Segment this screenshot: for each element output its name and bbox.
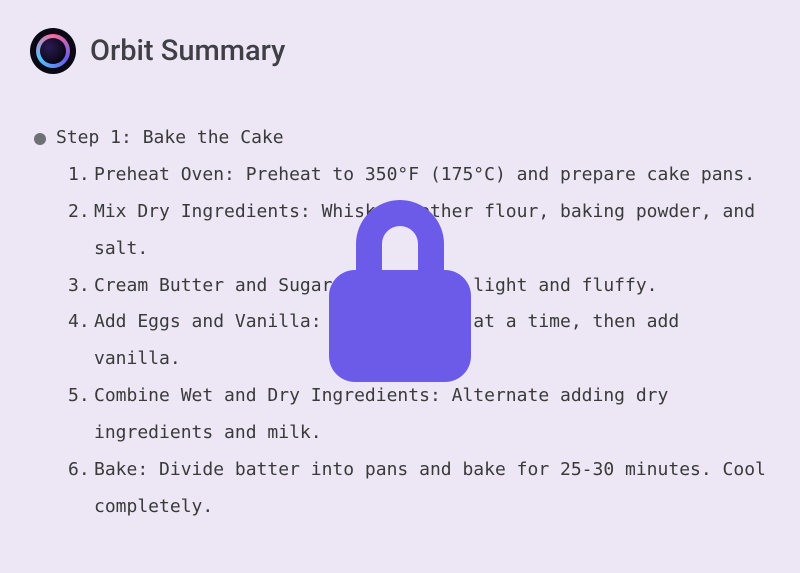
bullet-icon <box>34 133 46 145</box>
list-item: 1. Preheat Oven: Preheat to 350°F (175°C… <box>68 157 770 194</box>
header: Orbit Summary <box>30 28 770 74</box>
list-item-text: Combine Wet and Dry Ingredients: Alterna… <box>94 378 770 452</box>
list-item-number: 5. <box>68 378 94 415</box>
step-heading-row: Step 1: Bake the Cake <box>34 120 770 157</box>
list-item: 6. Bake: Divide batter into pans and bak… <box>68 452 770 526</box>
list-item: 2. Mix Dry Ingredients: Whisk together f… <box>68 194 770 268</box>
list-item: 4. Add Eggs and Vanilla: Add eggs one at… <box>68 304 770 378</box>
list-item-number: 6. <box>68 452 94 489</box>
list-item: 3. Cream Butter and Sugar: Beat until li… <box>68 268 770 305</box>
step-title: Step 1: Bake the Cake <box>56 120 284 157</box>
list-item-number: 1. <box>68 157 94 194</box>
list-item-text: Bake: Divide batter into pans and bake f… <box>94 452 770 526</box>
orbit-logo-icon <box>30 28 76 74</box>
list-item: 5. Combine Wet and Dry Ingredients: Alte… <box>68 378 770 452</box>
list-item-text: Mix Dry Ingredients: Whisk together flou… <box>94 194 770 268</box>
list-item-number: 4. <box>68 304 94 341</box>
list-item-text: Preheat Oven: Preheat to 350°F (175°C) a… <box>94 157 770 194</box>
step-list: 1. Preheat Oven: Preheat to 350°F (175°C… <box>68 157 770 526</box>
list-item-text: Cream Butter and Sugar: Beat until light… <box>94 268 770 305</box>
list-item-text: Add Eggs and Vanilla: Add eggs one at a … <box>94 304 770 378</box>
list-item-number: 2. <box>68 194 94 231</box>
page-title: Orbit Summary <box>90 34 285 68</box>
summary-content: Step 1: Bake the Cake 1. Preheat Oven: P… <box>30 120 770 526</box>
list-item-number: 3. <box>68 268 94 305</box>
